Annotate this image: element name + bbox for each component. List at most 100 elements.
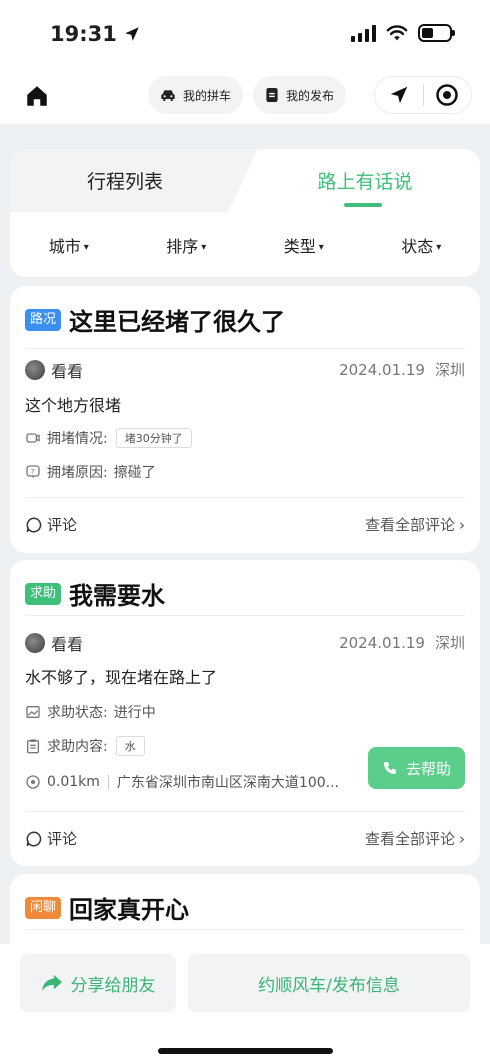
congestion-duration-chip: 堵30分钟了 xyxy=(115,428,192,448)
filter-status[interactable]: 状态 ▾ xyxy=(363,233,481,257)
comment-button[interactable]: 评论 xyxy=(25,828,77,849)
main-content: 行程列表 路上有话说 城市 ▾ 排序 ▾ 类型 ▾ 状态 ▾ 路况 这里已经堵了很久了 … xyxy=(0,124,490,944)
post-content: 这个地方很堵 xyxy=(25,396,122,415)
chevron-right-icon: › xyxy=(459,515,465,534)
caret-icon: ▾ xyxy=(318,241,324,253)
congestion-reason-label: 拥堵原因: xyxy=(47,465,108,481)
question-bubble-icon: ? xyxy=(26,465,40,478)
post-tag: 路况 xyxy=(25,308,62,331)
status-time-group: 19:31 xyxy=(50,22,141,46)
post-tag: 闲聊 xyxy=(25,896,62,919)
bottom-action-bar: 分享给朋友 约顺风车/发布信息 xyxy=(0,944,490,1064)
author-name: 看看 xyxy=(51,635,84,654)
post-content: 水不够了，现在堵在路上了 xyxy=(25,668,218,687)
post-footer: 评论 查看全部评论 › xyxy=(25,828,465,849)
share-button[interactable]: 分享给朋友 xyxy=(20,954,176,1012)
filter-bar: 城市 ▾ 排序 ▾ 类型 ▾ 状态 ▾ xyxy=(10,212,480,277)
share-arrow-icon xyxy=(41,974,62,992)
home-indicator xyxy=(158,1048,333,1054)
my-publish-label: 我的发布 xyxy=(286,88,335,103)
post-date: 2024.01.19 xyxy=(339,634,425,652)
phone-icon xyxy=(383,762,396,774)
post-author[interactable]: 看看 xyxy=(25,358,83,382)
post-author[interactable]: 看看 xyxy=(25,631,83,655)
wifi-icon xyxy=(386,25,408,41)
filter-city[interactable]: 城市 ▾ xyxy=(10,233,128,257)
chevron-right-icon: › xyxy=(459,829,465,848)
home-icon xyxy=(27,86,47,106)
comment-icon xyxy=(26,830,42,846)
cellular-signal-icon xyxy=(351,24,376,42)
nav-bar: 我的拼车 我的发布 xyxy=(0,70,490,124)
divider xyxy=(25,811,465,812)
book-ride-publish-button[interactable]: 约顺风车/发布信息 xyxy=(188,954,470,1012)
view-all-comments-link[interactable]: 查看全部评论 › xyxy=(365,514,465,535)
congestion-status-label: 拥堵情况: xyxy=(47,431,108,447)
help-content-chip: 水 xyxy=(115,736,145,756)
home-button[interactable] xyxy=(24,83,50,109)
congestion-status-row: 拥堵情况: 堵30分钟了 xyxy=(25,428,192,448)
filter-type-label: 类型 xyxy=(283,236,316,256)
post-tag: 求助 xyxy=(25,582,62,605)
post-footer: 评论 查看全部评论 › xyxy=(25,514,465,535)
post-card[interactable]: 路况 这里已经堵了很久了 看看 2024.01.19 深圳 这个地方很堵 拥堵情况… xyxy=(10,286,480,553)
congestion-reason-row: ? 拥堵原因: 擦碰了 xyxy=(25,462,156,482)
svg-text:?: ? xyxy=(31,467,35,476)
my-carpool-label: 我的拼车 xyxy=(183,88,232,103)
clipboard-icon xyxy=(27,739,39,754)
location-pin-icon xyxy=(26,775,40,789)
avatar xyxy=(25,633,45,653)
avatar xyxy=(25,360,45,380)
traffic-icon xyxy=(26,433,40,443)
location-row[interactable]: 0.01km 广东省深圳市南山区深南大道100... xyxy=(25,772,339,792)
comment-button[interactable]: 评论 xyxy=(25,514,77,535)
my-carpool-button[interactable]: 我的拼车 xyxy=(148,76,244,114)
post-header: 求助 我需要水 xyxy=(25,576,165,611)
filter-sort[interactable]: 排序 ▾ xyxy=(128,233,246,257)
close-target-button[interactable] xyxy=(424,77,472,113)
post-header: 路况 这里已经堵了很久了 xyxy=(25,302,285,337)
post-city: 深圳 xyxy=(434,361,465,379)
filter-type[interactable]: 类型 ▾ xyxy=(245,233,363,257)
post-meta: 2024.01.19 深圳 xyxy=(339,359,465,380)
divider xyxy=(25,929,465,930)
status-bar: 19:31 xyxy=(0,0,490,70)
divider xyxy=(25,497,465,498)
comment-label: 评论 xyxy=(47,830,78,848)
mini-program-capsule xyxy=(374,76,472,114)
distance-value: 0.01km xyxy=(47,774,100,790)
location-arrow-icon xyxy=(125,27,139,41)
post-title: 这里已经堵了很久了 xyxy=(69,308,286,336)
post-card[interactable]: 闲聊 回家真开心 xyxy=(10,874,480,944)
help-status-value: 进行中 xyxy=(113,705,156,721)
view-all-comments-label: 查看全部评论 xyxy=(364,516,455,534)
battery-icon xyxy=(418,24,455,42)
author-name: 看看 xyxy=(51,362,84,381)
post-card[interactable]: 求助 我需要水 看看 2024.01.19 深圳 水不够了，现在堵在路上了 求助状… xyxy=(10,560,480,866)
post-meta: 2024.01.19 深圳 xyxy=(339,632,465,653)
document-icon xyxy=(266,88,278,102)
status-indicators xyxy=(351,24,455,42)
go-help-button[interactable]: 去帮助 xyxy=(368,747,465,789)
go-help-label: 去帮助 xyxy=(405,759,451,778)
tab-trip-list[interactable]: 行程列表 xyxy=(10,149,250,212)
share-label: 分享给朋友 xyxy=(70,975,156,996)
navigate-button[interactable] xyxy=(375,77,423,113)
address-value: 广东省深圳市南山区深南大道100... xyxy=(116,775,339,791)
navigation-arrow-icon xyxy=(390,86,407,104)
target-icon xyxy=(436,84,458,106)
help-content-row: 求助内容: 水 xyxy=(25,736,145,756)
filter-status-label: 状态 xyxy=(401,236,434,256)
active-tab-underline xyxy=(344,203,382,207)
caret-icon: ▾ xyxy=(201,241,207,253)
comment-label: 评论 xyxy=(47,516,78,534)
book-ride-publish-label: 约顺风车/发布信息 xyxy=(258,975,400,996)
view-all-comments-link[interactable]: 查看全部评论 › xyxy=(365,828,465,849)
post-header: 闲聊 回家真开心 xyxy=(25,890,189,925)
congestion-reason-value: 擦碰了 xyxy=(113,465,156,481)
caret-icon: ▾ xyxy=(436,241,442,253)
help-status-row: 求助状态: 进行中 xyxy=(25,702,156,722)
my-publish-button[interactable]: 我的发布 xyxy=(253,76,347,114)
post-date: 2024.01.19 xyxy=(339,361,425,379)
post-city: 深圳 xyxy=(434,634,465,652)
